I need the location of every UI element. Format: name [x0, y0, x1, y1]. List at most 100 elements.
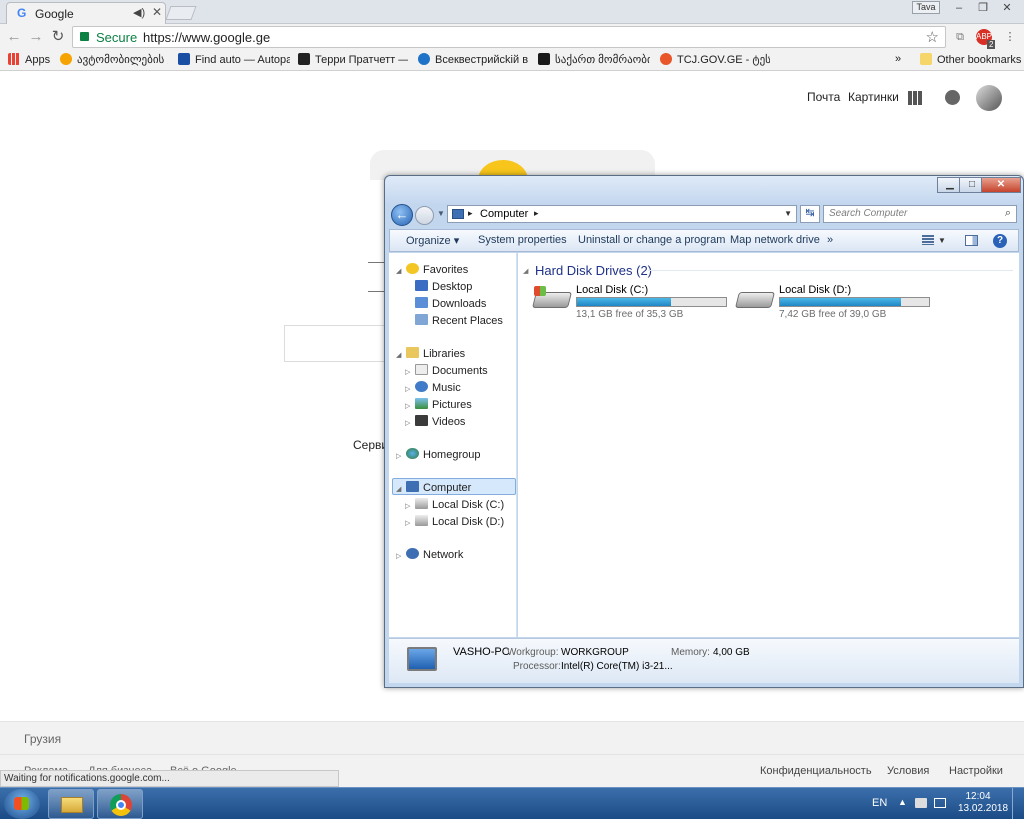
bookmark-star-icon[interactable]: ☆: [926, 28, 939, 46]
start-button[interactable]: [4, 789, 40, 819]
nav-item-downloads[interactable]: Downloads: [415, 297, 486, 310]
address-bar[interactable]: Secure https://www.google.ge ☆: [72, 26, 946, 48]
group-collapse-arrow-icon[interactable]: ◢: [523, 267, 528, 275]
other-bookmarks[interactable]: Other bookmarks: [920, 53, 1024, 69]
expand-arrow-icon[interactable]: ▷: [405, 502, 415, 510]
gmail-link[interactable]: Почта: [807, 90, 840, 104]
google-search-input[interactable]: [284, 325, 394, 362]
nav-item-pictures[interactable]: ▷ Pictures: [405, 398, 472, 411]
profile-button[interactable]: Tava: [912, 1, 940, 14]
system-properties-button[interactable]: System properties: [478, 234, 567, 246]
bookmark-item[interactable]: Всеквестрийсkій вЪс: [418, 53, 528, 69]
browser-tab-google[interactable]: G Google ◀) ✕: [6, 2, 166, 24]
notifications-bell-icon[interactable]: [945, 90, 960, 105]
uninstall-program-button[interactable]: Uninstall or change a program: [578, 234, 725, 246]
minimize-window-button[interactable]: –: [950, 2, 968, 16]
google-apps-icon[interactable]: [908, 91, 922, 105]
view-dropdown-icon[interactable]: ▼: [938, 236, 946, 245]
expand-arrow-icon[interactable]: ▷: [405, 419, 415, 427]
extension-icon[interactable]: ⧉: [952, 29, 968, 45]
nav-item-local-disk-c[interactable]: ▷ Local Disk (C:): [405, 498, 504, 511]
images-link[interactable]: Картинки: [848, 90, 899, 104]
address-dropdown-icon[interactable]: ▼: [784, 209, 792, 218]
forward-arrow-icon[interactable]: [415, 206, 434, 225]
url-text[interactable]: https://www.google.ge: [143, 30, 270, 45]
breadcrumb-chevron-icon[interactable]: ▸: [468, 208, 473, 219]
refresh-icon[interactable]: ↹: [800, 205, 820, 223]
action-center-icon[interactable]: [915, 798, 927, 808]
menu-icon[interactable]: ⋮: [1002, 29, 1018, 45]
show-desktop-button[interactable]: [1012, 788, 1024, 819]
expand-arrow-icon[interactable]: ▷: [405, 385, 415, 393]
footer-privacy-link[interactable]: Конфиденциальность: [760, 765, 872, 777]
map-network-drive-button[interactable]: Map network drive: [730, 234, 820, 246]
taskbar-chrome-button[interactable]: [97, 789, 143, 819]
nav-item-documents[interactable]: ▷ Documents: [405, 364, 488, 377]
collapse-arrow-icon[interactable]: ◢: [396, 351, 406, 359]
close-window-button[interactable]: ✕: [998, 2, 1016, 16]
language-indicator[interactable]: EN: [872, 797, 887, 809]
expand-arrow-icon[interactable]: ▷: [405, 368, 415, 376]
expand-arrow-icon[interactable]: ▷: [405, 402, 415, 410]
expand-arrow-icon[interactable]: ▷: [396, 552, 406, 560]
forward-arrow-icon[interactable]: →: [26, 28, 46, 46]
secure-label: Secure: [96, 30, 138, 45]
drive-tile-c[interactable]: Local Disk (C:) 13,1 GB free of 35,3 GB: [532, 283, 734, 323]
change-view-icon[interactable]: [922, 235, 934, 245]
breadcrumb[interactable]: Computer: [480, 208, 528, 220]
expand-arrow-icon[interactable]: ▷: [405, 519, 415, 527]
collapse-arrow-icon[interactable]: ◢: [396, 485, 406, 493]
folder-icon: [920, 53, 932, 65]
expand-arrow-icon[interactable]: ▷: [396, 452, 406, 460]
nav-item-homegroup[interactable]: ▷ Homegroup: [396, 448, 480, 461]
bookmark-item[interactable]: საქართ მომრაობის ყ: [538, 53, 650, 69]
bookmarks-bar: Apps ავტომობილების ყიდ Find auto — Autop…: [0, 51, 1024, 71]
restore-window-button[interactable]: ❐: [974, 2, 992, 16]
group-header[interactable]: Hard Disk Drives (2): [535, 263, 652, 278]
organize-button[interactable]: Organize ▾: [406, 234, 459, 247]
bookmark-item[interactable]: TCJ.GOV.GE - ტესტი: [660, 53, 770, 69]
clock[interactable]: 12:04 13.02.2018: [958, 791, 1009, 815]
nav-item-network[interactable]: ▷ Network: [396, 548, 463, 561]
footer-settings-link[interactable]: Настройки: [949, 765, 1003, 777]
bookmarks-overflow-button[interactable]: »: [895, 53, 907, 69]
nav-item-recent-places[interactable]: Recent Places: [415, 314, 503, 327]
drive-tile-d[interactable]: Local Disk (D:) 7,42 GB free of 39,0 GB: [735, 283, 937, 323]
nav-item-computer[interactable]: ◢ Computer: [396, 481, 471, 494]
recent-pages-chevron-icon[interactable]: ▼: [437, 209, 445, 218]
back-arrow-icon[interactable]: ←: [4, 28, 24, 46]
collapse-arrow-icon[interactable]: ◢: [396, 267, 406, 275]
taskbar-explorer-button[interactable]: [48, 789, 94, 819]
footer-terms-link[interactable]: Условия: [887, 765, 929, 777]
preview-pane-icon[interactable]: [965, 235, 978, 246]
avatar[interactable]: [976, 85, 1002, 111]
nav-item-favorites[interactable]: ◢ Favorites: [396, 263, 468, 276]
explorer-titlebar[interactable]: [385, 176, 1023, 204]
network-tray-icon[interactable]: [934, 798, 946, 808]
nav-item-music[interactable]: ▷ Music: [405, 381, 461, 394]
help-icon[interactable]: ?: [993, 234, 1007, 248]
new-tab-button[interactable]: [165, 6, 197, 20]
nav-item-libraries[interactable]: ◢ Libraries: [396, 347, 465, 360]
back-arrow-icon[interactable]: ←: [391, 204, 413, 226]
more-commands-button[interactable]: »: [827, 234, 833, 246]
explorer-address-bar[interactable]: ▸ Computer ▸ ▼: [447, 205, 797, 223]
speaker-icon[interactable]: ◀): [133, 6, 145, 19]
nav-item-videos[interactable]: ▷ Videos: [405, 415, 465, 428]
explorer-close-button[interactable]: ✕: [981, 177, 1021, 193]
tray-expand-icon[interactable]: ▲: [898, 797, 907, 807]
explorer-search-input[interactable]: Search Computer ⌕: [823, 205, 1017, 223]
bookmark-item[interactable]: Терри Пратчетт — Р: [298, 53, 408, 69]
bookmark-apps[interactable]: Apps: [8, 53, 58, 69]
tab-close-icon[interactable]: ✕: [152, 5, 162, 19]
clock-date: 13.02.2018: [958, 803, 1009, 814]
bookmark-item[interactable]: Find auto — Autopar: [178, 53, 290, 69]
google-favicon-icon: G: [17, 6, 27, 20]
nav-item-local-disk-d[interactable]: ▷ Local Disk (D:): [405, 515, 504, 528]
reload-icon[interactable]: ↻: [48, 28, 68, 46]
breadcrumb-chevron-icon[interactable]: ▸: [534, 208, 539, 219]
nav-item-desktop[interactable]: Desktop: [415, 280, 472, 293]
search-icon[interactable]: ⌕: [1005, 207, 1011, 220]
bookmark-item[interactable]: ავტომობილების ყიდ: [60, 53, 168, 69]
bookmark-favicon-icon: [418, 53, 430, 65]
